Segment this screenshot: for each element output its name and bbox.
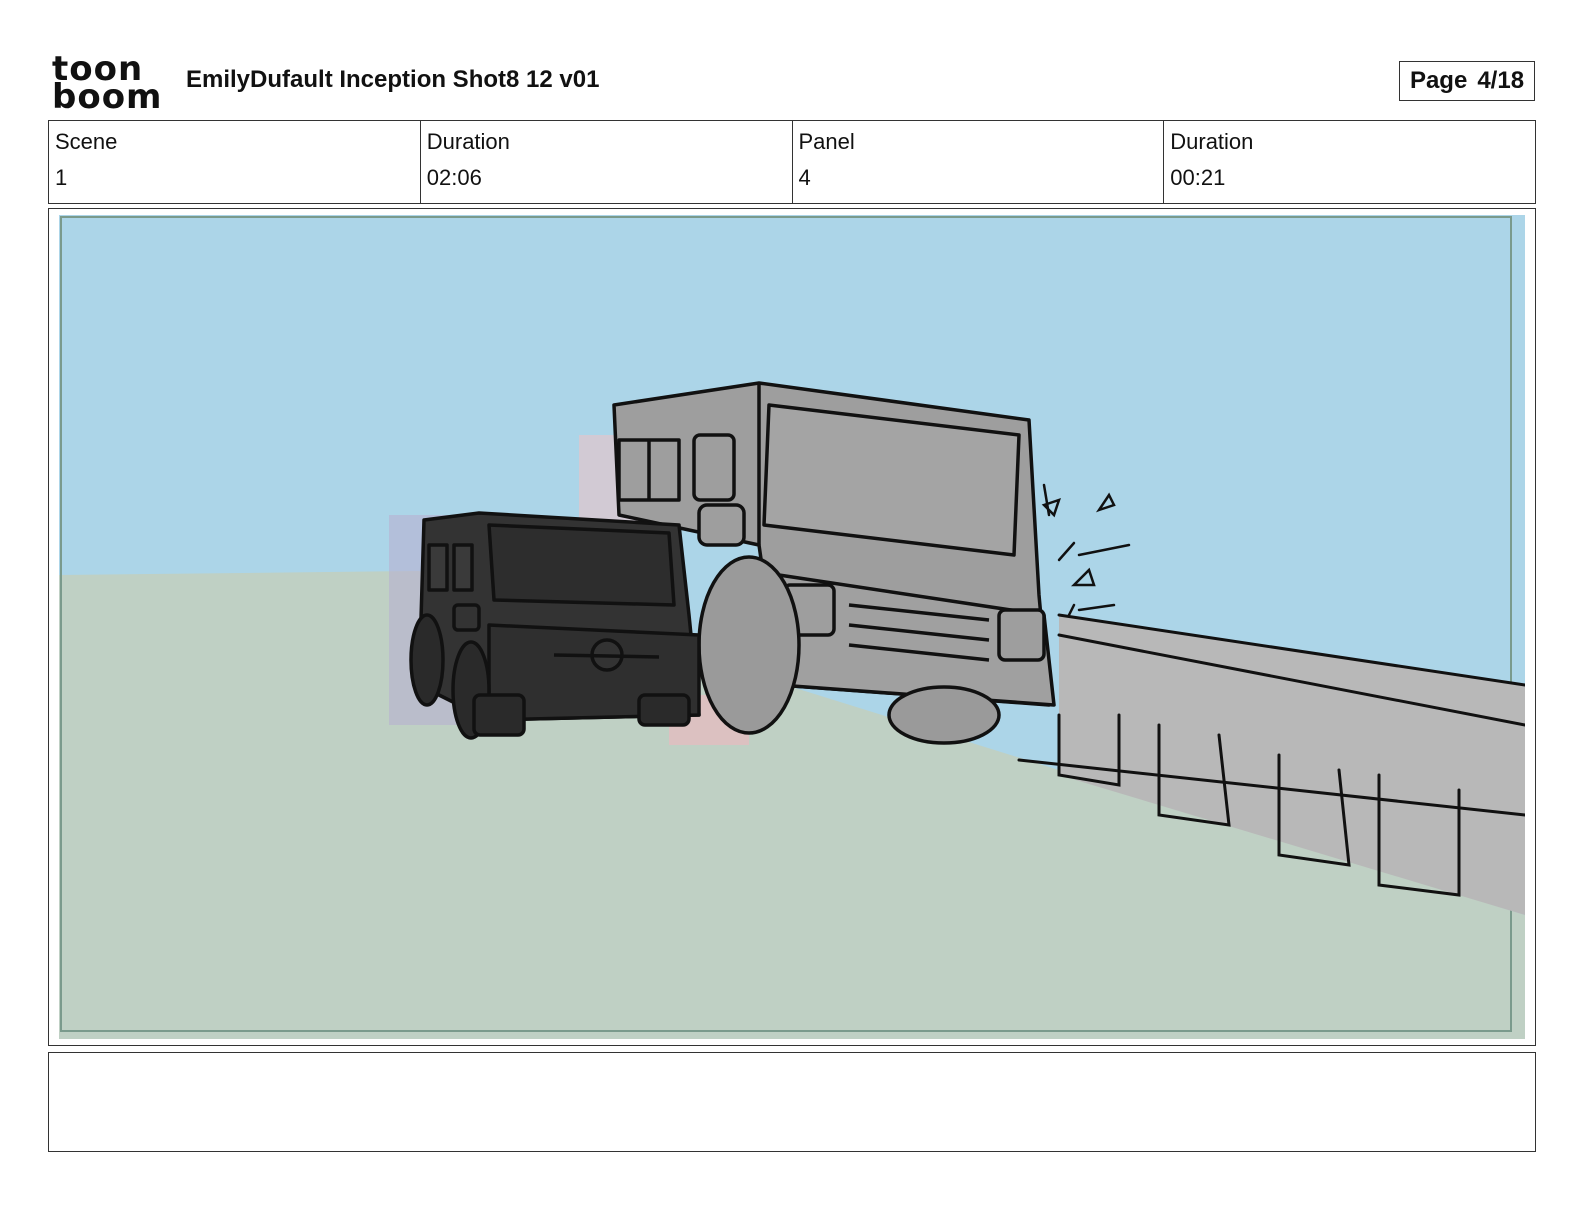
panel-label: Panel [798,129,855,154]
panel-cell: Panel 4 [791,121,1164,203]
toonboom-logo: toon boom [52,52,164,117]
black-suv [409,511,701,740]
scene-duration-cell: Duration 02:06 [419,121,792,203]
scene-duration-value: 02:06 [426,165,482,190]
page-label: Page [1409,67,1468,94]
scene-value: 1 [55,165,68,190]
storyboard-panel [48,208,1536,1046]
panel-duration-cell: Duration 00:21 [1163,121,1535,203]
scene-info-table: Scene 1 Duration 02:06 Panel 4 Duration … [48,120,1536,204]
scene-cell: Scene 1 [49,121,420,203]
panel-duration-value: 00:21 [1170,165,1226,190]
page-number: 4/18 [1477,67,1525,94]
panel-duration-label: Duration [1170,129,1254,154]
panel-drawing [59,215,1525,1039]
scene-label: Scene [55,129,118,154]
panel-notes-box[interactable] [48,1052,1536,1152]
scene-duration-label: Duration [426,129,510,154]
page-indicator: Page 4/18 [1399,61,1535,101]
logo-line-2: boom [52,77,163,117]
panel-value: 4 [798,165,811,190]
document-title: EmilyDufault Inception Shot8 12 v01 [186,66,600,93]
